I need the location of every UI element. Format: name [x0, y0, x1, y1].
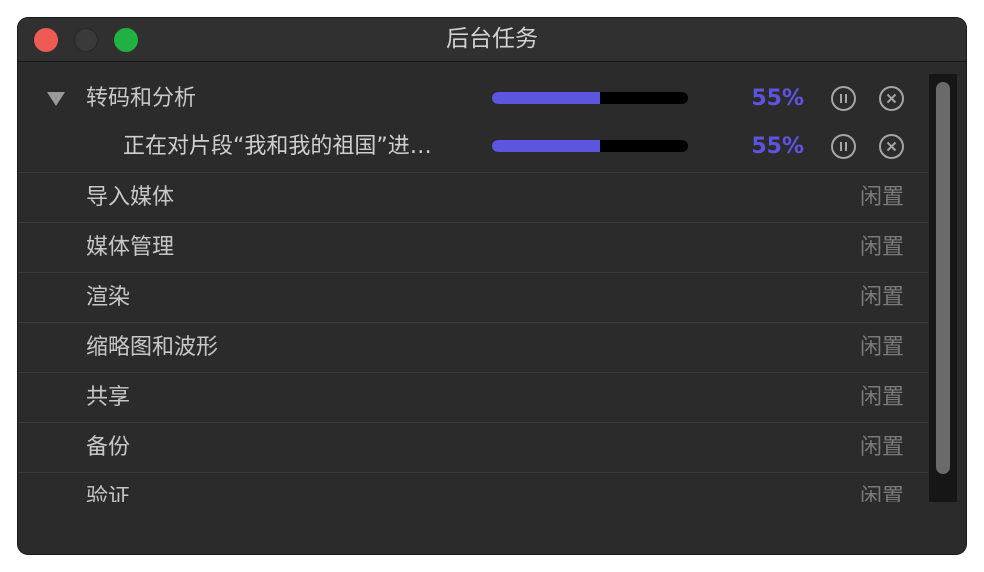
task-status: 闲置 — [859, 185, 904, 210]
task-label: 媒体管理 — [86, 235, 175, 260]
pause-icon[interactable] — [831, 86, 856, 111]
task-row-media-management[interactable]: 媒体管理 闲置 — [18, 222, 928, 272]
task-group-label: 转码和分析 — [86, 86, 197, 111]
title-bar[interactable]: 后台任务 — [18, 18, 966, 62]
task-status: 闲置 — [859, 435, 904, 460]
cancel-icon[interactable] — [879, 134, 904, 159]
task-list: 转码和分析 55% 正在对片段“我和我的祖国”进… 55% 导入媒体 闲置 媒体… — [18, 74, 928, 502]
task-label: 导入媒体 — [86, 185, 175, 210]
disclosure-triangle-icon[interactable] — [47, 92, 65, 106]
subtask-progress-fill — [492, 140, 600, 152]
task-status: 闲置 — [859, 385, 904, 410]
task-status: 闲置 — [859, 485, 904, 502]
task-row-thumbnails-waveforms[interactable]: 缩略图和波形 闲置 — [18, 322, 928, 372]
window-title: 后台任务 — [446, 26, 538, 52]
task-row-render[interactable]: 渲染 闲置 — [18, 272, 928, 322]
vertical-scrollbar[interactable] — [929, 74, 957, 502]
task-row-verify[interactable]: 验证 闲置 — [18, 472, 928, 502]
scrollbar-thumb[interactable] — [936, 82, 950, 474]
pause-icon[interactable] — [831, 134, 856, 159]
cancel-icon[interactable] — [879, 86, 904, 111]
task-status: 闲置 — [859, 285, 904, 310]
subtask-progress-bar — [492, 140, 688, 152]
subtask-row[interactable]: 正在对片段“我和我的祖国”进… 55% — [18, 122, 928, 171]
task-label: 渲染 — [86, 285, 131, 310]
task-label: 缩略图和波形 — [86, 335, 219, 360]
background-tasks-window: 后台任务 转码和分析 55% 正在对片段“我和我的祖国”进… 55% 导入媒体 … — [18, 18, 966, 554]
task-group-percent: 55% — [751, 86, 804, 111]
task-status: 闲置 — [859, 335, 904, 360]
subtask-percent: 55% — [751, 134, 804, 159]
task-row-import-media[interactable]: 导入媒体 闲置 — [18, 172, 928, 222]
subtask-label: 正在对片段“我和我的祖国”进… — [123, 134, 432, 159]
task-row-share[interactable]: 共享 闲置 — [18, 372, 928, 422]
task-group-progress-bar — [492, 92, 688, 104]
task-group-progress-fill — [492, 92, 600, 104]
task-row-backup[interactable]: 备份 闲置 — [18, 422, 928, 472]
task-label: 验证 — [86, 485, 131, 502]
task-label: 共享 — [86, 385, 131, 410]
task-status: 闲置 — [859, 235, 904, 260]
task-group-row[interactable]: 转码和分析 55% — [18, 74, 928, 123]
task-label: 备份 — [86, 435, 131, 460]
